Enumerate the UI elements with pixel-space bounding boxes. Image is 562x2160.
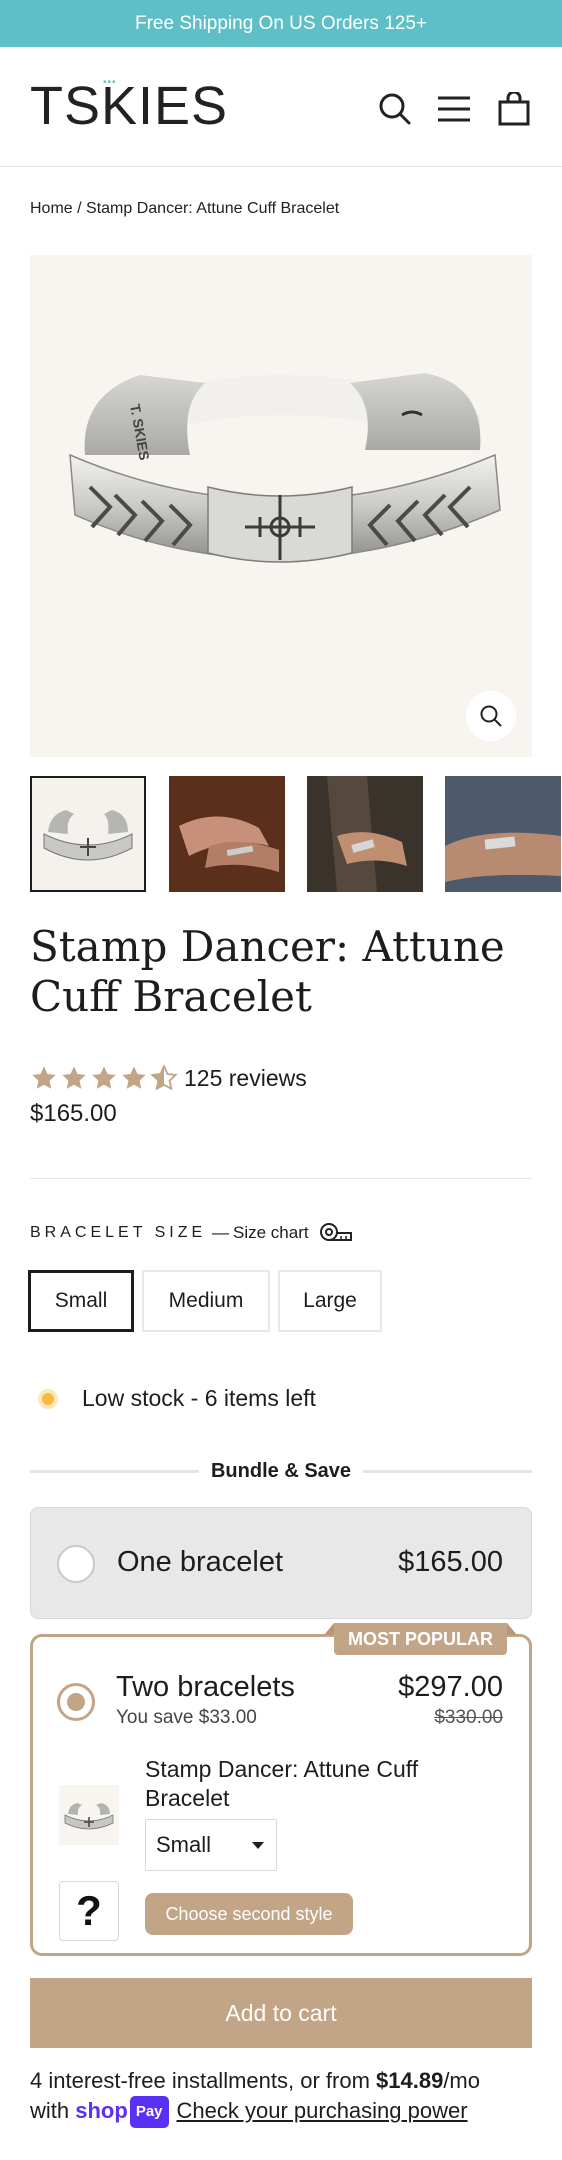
breadcrumb: Home / Stamp Dancer: Attune Cuff Bracele… (30, 200, 339, 218)
product-main-image[interactable]: T. SKIES (30, 255, 532, 757)
breadcrumb-separator: / (72, 200, 87, 217)
breadcrumb-home[interactable]: Home (30, 200, 73, 217)
breadcrumb-current: Stamp Dancer: Attune Cuff Bracelet (86, 200, 340, 217)
bundle-option-two[interactable]: MOST POPULAR Two bracelets You save $33.… (30, 1623, 532, 1956)
installments-suffix: /mo (443, 2068, 480, 2093)
thumbnail-1[interactable] (30, 776, 146, 892)
size-options: Small Medium Large (28, 1270, 382, 1332)
size-chart-dash: — (212, 1223, 229, 1242)
installments-with: with (30, 2098, 76, 2123)
choose-second-style-button[interactable]: Choose second style (145, 1893, 353, 1935)
option-one-price: $165.00 (398, 1546, 503, 1578)
bundle-item-size-select[interactable]: Small (145, 1819, 277, 1871)
divider (363, 1469, 533, 1473)
purchasing-power-link[interactable]: Check your purchasing power (177, 2098, 468, 2123)
option-two-name: Two bracelets (116, 1671, 295, 1703)
star-icon (92, 1066, 116, 1089)
option-one-name: One bracelet (117, 1546, 284, 1578)
shop-pay-logo-word: shop (75, 2098, 128, 2123)
most-popular-badge: MOST POPULAR (323, 1623, 518, 1655)
bundle-item-name: Stamp Dancer: Attune Cuff Bracelet (145, 1756, 419, 1811)
stock-indicator-dot (38, 1388, 58, 1409)
size-option-medium[interactable]: Medium (142, 1270, 270, 1332)
product-rating[interactable]: 125 reviews (30, 1062, 307, 1094)
option-two-compare-price: $330.00 (434, 1707, 503, 1728)
option-two-savings: You save $33.00 (116, 1707, 257, 1728)
thumbnail-strip (30, 776, 562, 892)
star-icon (122, 1066, 146, 1089)
stock-text: Low stock - 6 items left (82, 1385, 316, 1411)
size-chart-label: Size chart (233, 1223, 309, 1242)
option-one-radio[interactable] (57, 1545, 95, 1583)
thumbnail-4[interactable] (445, 776, 561, 892)
star-icon (32, 1066, 56, 1089)
star-icon (62, 1066, 86, 1089)
installments-prefix: 4 interest-free installments, or from (30, 2068, 377, 2093)
size-option-small[interactable]: Small (28, 1270, 134, 1332)
add-to-cart-button[interactable]: Add to cart (30, 1978, 532, 2048)
option-two-radio[interactable] (57, 1683, 95, 1721)
product-title: Stamp Dancer: Attune Cuff Bracelet (30, 922, 505, 1021)
size-chart-link[interactable]: — Size chart (212, 1222, 353, 1244)
shop-pay-logo-badge: Pay (129, 2096, 169, 2128)
zoom-button[interactable] (466, 691, 516, 741)
product-price: $165.00 (30, 1100, 117, 1127)
option-two-price: $297.00 (398, 1671, 503, 1703)
bundle-item-thumbnail (59, 1785, 119, 1845)
thumbnail-2[interactable] (169, 776, 285, 892)
search-icon[interactable] (375, 89, 415, 129)
divider (30, 1178, 532, 1179)
installments-amount: $14.89 (376, 2068, 444, 2093)
tape-measure-icon (319, 1223, 352, 1241)
logo-dots: ••• (103, 77, 117, 88)
star-half-icon (150, 1064, 178, 1091)
site-header: TSKIES ••• (0, 47, 562, 167)
bundle-heading-text: Bundle & Save (210, 1459, 352, 1482)
brand-logo[interactable]: TSKIES (30, 75, 228, 137)
zoom-icon (480, 705, 502, 727)
divider (30, 1469, 199, 1473)
second-item-placeholder: ? (59, 1881, 119, 1941)
thumbnail-3[interactable] (307, 776, 423, 892)
stock-status: Low stock - 6 items left (38, 1385, 316, 1412)
bundle-heading: Bundle & Save (30, 1456, 533, 1486)
size-option-large[interactable]: Large (278, 1270, 382, 1332)
bundle-item-size-value: Small (156, 1832, 212, 1857)
menu-icon[interactable] (434, 89, 474, 129)
chevron-down-icon (252, 1842, 264, 1849)
announcement-bar: Free Shipping On US Orders 125+ (0, 0, 562, 47)
rating-stars (30, 1064, 178, 1092)
cart-icon[interactable] (494, 89, 534, 129)
announcement-text: Free Shipping On US Orders 125+ (134, 12, 427, 34)
cuff-bracelet-illustration: T. SKIES (69, 373, 501, 563)
review-count[interactable]: 125 reviews (184, 1065, 307, 1092)
size-label: BRACELET SIZE (30, 1224, 207, 1241)
bundle-option-one[interactable]: One bracelet $165.00 (30, 1507, 532, 1619)
installments-message: 4 interest-free installments, or from $1… (30, 2066, 550, 2128)
